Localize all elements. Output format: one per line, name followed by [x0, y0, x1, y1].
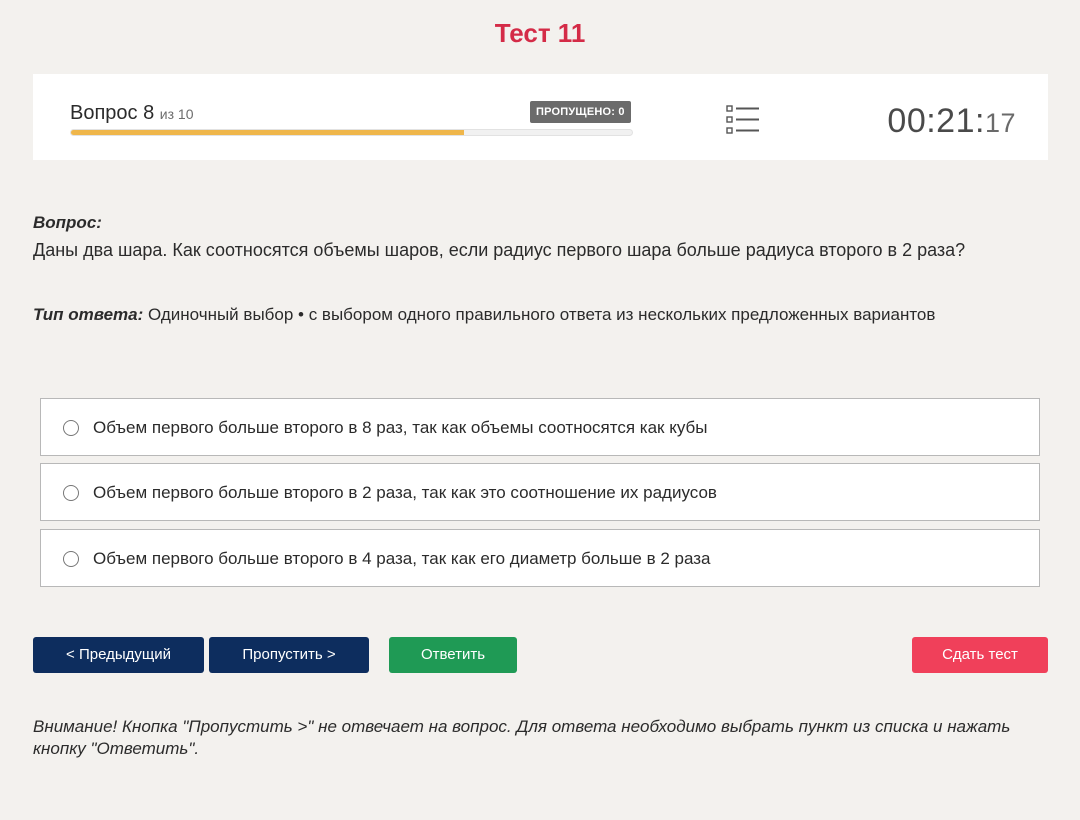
question-total: из 10: [159, 106, 194, 122]
test-page: Тест 11 Вопрос 8 из 10 ПРОПУЩЕНО: 0 00:2…: [0, 0, 1080, 820]
question-text: Даны два шара. Как соотносятся объемы ша…: [33, 240, 966, 260]
radio-button[interactable]: [63, 551, 79, 567]
answer-type: Тип ответа: Одиночный выбор • с выбором …: [33, 305, 1043, 325]
skip-button[interactable]: Пропустить >: [209, 637, 369, 673]
test-title: Тест 11: [494, 18, 586, 48]
radio-button[interactable]: [63, 485, 79, 501]
answer-option-2[interactable]: Объем первого больше второго в 2 раза, т…: [40, 463, 1040, 521]
question-list-icon[interactable]: [726, 104, 760, 136]
answer-option-1[interactable]: Объем первого больше второго в 8 раз, та…: [40, 398, 1040, 456]
question-label: Вопрос:: [33, 213, 102, 232]
question-number: Вопрос 8: [70, 102, 155, 124]
answer-option-3[interactable]: Объем первого больше второго в 4 раза, т…: [40, 529, 1040, 587]
submit-test-button[interactable]: Сдать тест: [912, 637, 1048, 673]
answer-type-text: Одиночный выбор • с выбором одного прави…: [143, 305, 936, 324]
answer-button[interactable]: Ответить: [389, 637, 517, 673]
notice-text: Внимание! Кнопка "Пропустить >" не отвеч…: [33, 717, 1011, 758]
status-panel: Вопрос 8 из 10 ПРОПУЩЕНО: 0 00:21:17: [33, 74, 1048, 160]
progress-bar: [70, 129, 633, 136]
answer-type-label: Тип ответа:: [33, 305, 144, 324]
timer-main: 00:21:: [887, 102, 985, 140]
timer-seconds: 17: [984, 108, 1016, 138]
answer-option-text: Объем первого больше второго в 2 раза, т…: [93, 483, 717, 502]
question-counter: Вопрос 8 из 10: [70, 102, 193, 125]
answer-option-text: Объем первого больше второго в 4 раза, т…: [93, 549, 711, 568]
previous-button[interactable]: < Предыдущий: [33, 637, 204, 673]
progress-bar-fill: [71, 130, 464, 135]
skipped-badge: ПРОПУЩЕНО: 0: [530, 101, 631, 123]
answer-option-text: Объем первого больше второго в 8 раз, та…: [93, 418, 708, 437]
timer: 00:21:17: [887, 102, 1016, 141]
radio-button[interactable]: [63, 420, 79, 436]
